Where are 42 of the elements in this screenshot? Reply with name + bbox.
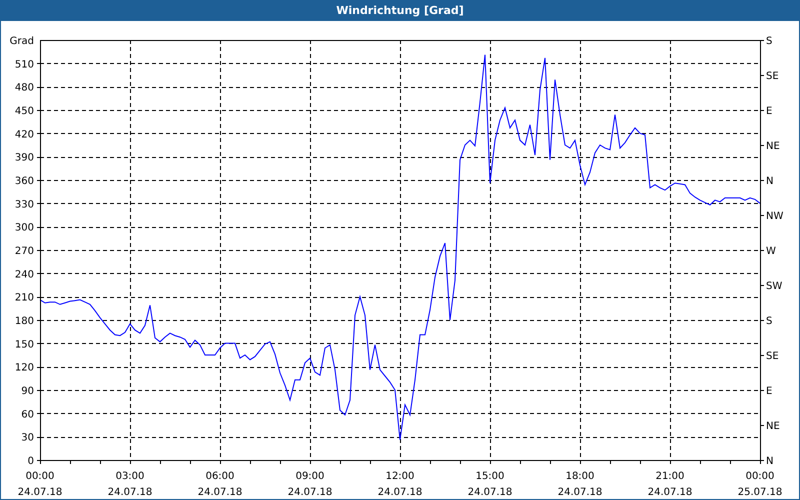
compass-label: SE xyxy=(766,71,779,82)
y-tick-label: 450 xyxy=(14,106,34,117)
x-tick-label: 09:00 24.07.18 xyxy=(288,471,332,498)
y-tick-label: 240 xyxy=(14,269,34,280)
window-title: Windrichtung [Grad] xyxy=(336,3,464,19)
y-tick-label: 30 xyxy=(21,432,34,444)
y-tick-label: 270 xyxy=(14,246,34,257)
compass-label: S xyxy=(766,316,772,327)
y-tick-label: 120 xyxy=(14,362,34,374)
x-tick-label: 21:00 24.07.18 xyxy=(648,471,692,498)
compass-label: NW xyxy=(766,211,784,222)
x-tick-label: 06:00 24.07.18 xyxy=(198,471,242,498)
y-tick-label: 180 xyxy=(14,316,34,327)
y-tick-label: 510 xyxy=(14,59,34,70)
y-tick-label: 0 xyxy=(28,456,34,467)
y-tick-label: 90 xyxy=(21,386,34,397)
y-axis-label: Grad xyxy=(10,36,34,47)
compass-label: S xyxy=(766,36,772,47)
x-tick-label: 00:00 25.07.18 xyxy=(738,471,782,498)
compass-label: N xyxy=(766,176,774,187)
compass-label: W xyxy=(766,246,776,257)
x-tick-label: 03:00 24.07.18 xyxy=(108,471,152,498)
compass-label: E xyxy=(766,106,772,117)
y-tick-label: 390 xyxy=(14,152,34,164)
compass-label: SW xyxy=(766,281,782,292)
x-tick-label: 18:00 24.07.18 xyxy=(558,471,602,498)
y-tick-label: 330 xyxy=(14,199,34,210)
y-tick-label: 480 xyxy=(14,82,34,94)
y-tick-label: 420 xyxy=(14,129,34,140)
x-tick-label: 15:00 24.07.18 xyxy=(468,471,512,498)
compass-label: SE xyxy=(766,351,779,362)
y-tick-label: 150 xyxy=(14,339,34,350)
y-tick-label: 360 xyxy=(14,176,34,187)
y-tick-label: 300 xyxy=(14,222,34,234)
y-tick-label: 210 xyxy=(14,292,34,304)
x-tick-label: 12:00 24.07.18 xyxy=(378,471,422,498)
x-tick-label: 00:00 24.07.18 xyxy=(18,471,62,498)
compass-label: E xyxy=(766,386,772,397)
y-tick-label: 60 xyxy=(21,409,34,420)
compass-label: NE xyxy=(766,141,780,152)
compass-label: N xyxy=(766,456,774,467)
compass-label: NE xyxy=(766,421,780,432)
